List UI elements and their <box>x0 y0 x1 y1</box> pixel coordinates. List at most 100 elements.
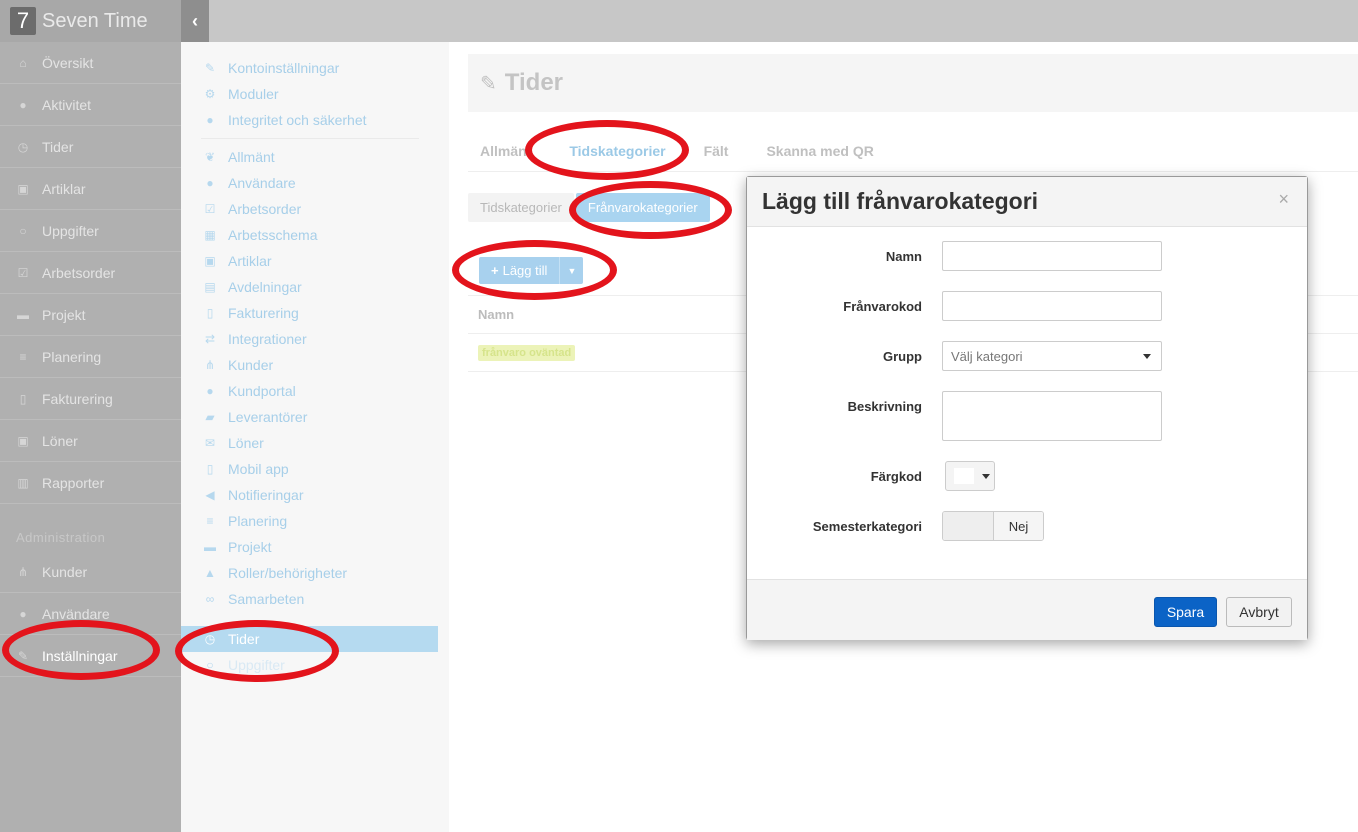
nav-item-loner[interactable]: ▣ Löner <box>0 420 181 462</box>
settings-item-mobil-app[interactable]: ▯ Mobil app <box>181 456 449 482</box>
description-textarea[interactable] <box>942 391 1162 441</box>
settings-item-anvandare[interactable]: ● Användare <box>181 170 449 196</box>
settings-item-kundportal[interactable]: ● Kundportal <box>181 378 449 404</box>
left-nav: ⌂ Översikt ● Aktivitet ◷ Tider ▣ Artiklar ○ Uppgi… <box>0 42 181 832</box>
add-button[interactable]: + Lägg till <box>479 257 560 284</box>
nav-item-projekt[interactable]: ▬ Projekt <box>0 294 181 336</box>
settings-item-projekt[interactable]: ▬ Projekt <box>181 534 449 560</box>
modal-title: Lägg till frånvarokategori <box>762 188 1039 214</box>
form-row-code: Frånvarokod <box>747 290 1307 322</box>
tab-allmant[interactable]: Allmänt <box>468 143 543 171</box>
settings-item-notifieringar[interactable]: ◀ Notifieringar <box>181 482 449 508</box>
nav-item-rapporter[interactable]: ▥ Rapporter <box>0 462 181 504</box>
close-icon[interactable]: × <box>1278 189 1289 210</box>
save-button[interactable]: Spara <box>1154 597 1217 627</box>
absence-code-input[interactable] <box>942 291 1162 321</box>
money-icon: ▣ <box>204 254 216 268</box>
circle-icon: ○ <box>206 658 214 672</box>
nav-item-arbetsorder[interactable]: ☑ Arbetsorder <box>0 252 181 294</box>
nav-item-oversikt[interactable]: ⌂ Översikt <box>0 42 181 84</box>
brand[interactable]: 7 Seven Time <box>0 0 181 42</box>
vacation-category-label: Semesterkategori <box>812 518 922 534</box>
settings-item-roller-behorigheter[interactable]: ▲ Roller/behörigheter <box>181 560 449 586</box>
settings-item-loner[interactable]: ✉ Löner <box>181 430 449 456</box>
settings-item-label: Roller/behörigheter <box>228 565 348 581</box>
settings-item-arbetsorder[interactable]: ☑ Arbetsorder <box>181 196 449 222</box>
nav-item-label: Aktivitet <box>42 96 92 113</box>
wrench-icon: ✎ <box>17 648 29 663</box>
settings-item-tider[interactable]: ◷ Tider <box>181 626 438 652</box>
settings-item-arbetsschema[interactable]: ▦ Arbetsschema <box>181 222 449 248</box>
settings-item-uppgifter[interactable]: ○ Uppgifter <box>181 652 449 678</box>
settings-item-label: Användare <box>228 175 296 191</box>
nav-item-uppgifter[interactable]: ○ Uppgifter <box>0 210 181 252</box>
settings-item-fakturering[interactable]: ▯ Fakturering <box>181 300 449 326</box>
subtabs: Tidskategorier Frånvarokategorier <box>468 193 712 222</box>
settings-item-label: Projekt <box>228 539 272 555</box>
users-icon: ● <box>206 384 214 398</box>
bar-chart-icon: ▥ <box>17 475 29 490</box>
nav-item-planering[interactable]: ≡ Planering <box>0 336 181 378</box>
settings-divider <box>201 138 419 139</box>
settings-item-integritet-och-sakerhet[interactable]: ● Integritet och säkerhet <box>181 107 449 133</box>
nav-item-label: Fakturering <box>42 390 113 407</box>
settings-item-label: Kontoinställningar <box>228 60 340 76</box>
tab-tidskategorier[interactable]: Tidskategorier <box>557 143 677 171</box>
settings-item-kunder[interactable]: ⋔ Kunder <box>181 352 449 378</box>
map-marker-icon: ● <box>19 97 27 112</box>
subtab-tidskategorier[interactable]: Tidskategorier <box>468 193 574 222</box>
nav-item-aktivitet[interactable]: ● Aktivitet <box>0 84 181 126</box>
settings-item-allmant[interactable]: ❦ Allmänt <box>181 144 449 170</box>
settings-item-planering[interactable]: ≡ Planering <box>181 508 449 534</box>
settings-item-label: Allmänt <box>228 149 275 165</box>
nav-item-artiklar[interactable]: ▣ Artiklar <box>0 168 181 210</box>
group-select[interactable]: Välj kategori <box>942 341 1162 371</box>
settings-item-label: Avdelningar <box>228 279 302 295</box>
name-input[interactable] <box>942 241 1162 271</box>
wrench-icon: ✎ <box>204 61 216 75</box>
settings-item-kontoinstallningar[interactable]: ✎ Kontoinställningar <box>181 55 449 81</box>
form-row-name: Namn <box>747 240 1307 272</box>
settings-item-moduler[interactable]: ⚙ Moduler <box>181 81 449 107</box>
nav-item-label: Kunder <box>42 563 88 580</box>
vacation-category-toggle[interactable]: Nej <box>942 511 1044 541</box>
plus-icon: + <box>491 263 499 278</box>
tab-skanna-med-qr[interactable]: Skanna med QR <box>754 143 885 171</box>
settings-item-avdelningar[interactable]: ▤ Avdelningar <box>181 274 449 300</box>
nav-item-tider[interactable]: ◷ Tider <box>0 126 181 168</box>
settings-item-label: Kunder <box>228 357 274 373</box>
exchange-icon: ⇄ <box>204 332 216 346</box>
nav-item-label: Inställningar <box>42 647 118 664</box>
wrench-icon: ✎ <box>480 72 497 95</box>
nav-item-anvandare[interactable]: ● Användare <box>0 593 181 635</box>
modal-header: Lägg till frånvarokategori × <box>747 177 1307 227</box>
nav-item-fakturering[interactable]: ▯ Fakturering <box>0 378 181 420</box>
modal-footer: Spara Avbryt <box>747 579 1307 640</box>
handshake-icon: ∞ <box>205 592 215 606</box>
nav-item-kunder[interactable]: ⋔ Kunder <box>0 551 181 593</box>
nav-item-label: Översikt <box>42 54 94 71</box>
brand-name: Seven Time <box>42 9 148 32</box>
subtab-franvarokategorier[interactable]: Frånvarokategorier <box>575 193 710 222</box>
cancel-button[interactable]: Avbryt <box>1226 597 1292 627</box>
settings-item-label: Integrationer <box>228 331 307 347</box>
color-swatch <box>954 468 974 484</box>
form-row-vacation: Semesterkategori Nej <box>747 510 1307 542</box>
top-bar: 7 Seven Time ‹ <box>0 0 1358 42</box>
settings-item-artiklar[interactable]: ▣ Artiklar <box>181 248 449 274</box>
color-picker-button[interactable] <box>945 461 995 491</box>
tab-falt[interactable]: Fält <box>692 143 741 171</box>
sidebar-collapse-button[interactable]: ‹ <box>181 0 209 42</box>
settings-item-integrationer[interactable]: ⇄ Integrationer <box>181 326 449 352</box>
settings-item-leverantorer[interactable]: ▰ Leverantörer <box>181 404 449 430</box>
add-dropdown-toggle[interactable]: ▼ <box>559 257 584 284</box>
toggle-knob <box>943 512 994 540</box>
add-button-label: Lägg till <box>502 263 548 278</box>
nav-item-installningar[interactable]: ✎ Inställningar <box>0 635 181 677</box>
settings-item-label: Mobil app <box>228 461 289 477</box>
settings-item-label: Moduler <box>228 86 279 102</box>
nav-item-label: Uppgifter <box>42 222 99 239</box>
settings-item-samarbeten[interactable]: ∞ Samarbeten <box>181 586 449 612</box>
tabs: Allmänt Tidskategorier Fält Skanna med Q… <box>468 124 1358 172</box>
